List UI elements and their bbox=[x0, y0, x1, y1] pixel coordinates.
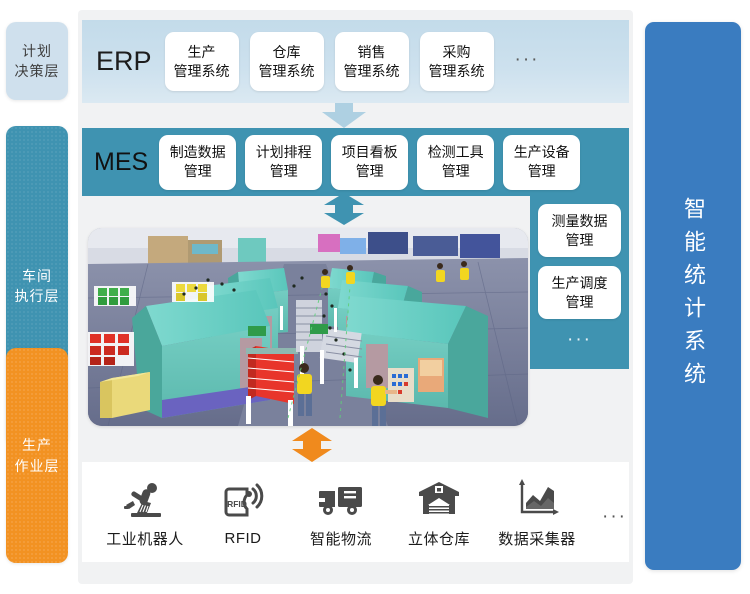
layer-shop-line1: 车间 bbox=[22, 267, 52, 284]
erp-chip-warehouse[interactable]: 仓库 管理系统 bbox=[249, 32, 324, 91]
mes-side-column: 测量数据 管理 生产调度 管理 ··· bbox=[530, 196, 629, 369]
device-industrial-robot-label: 工业机器人 bbox=[106, 531, 184, 548]
erp-chip-production-line2: 管理系统 bbox=[173, 62, 230, 79]
mes-chip-planning-scheduling-line2: 管理 bbox=[269, 163, 298, 179]
diagram-root: 计划 决策层 车间 执行层 生产 作业层 ERP 生产 管理系统 仓库 管理系统… bbox=[0, 0, 750, 594]
mes-chip-manufacturing-data[interactable]: 制造数据 管理 bbox=[159, 134, 237, 190]
layer-prod-line1: 生产 bbox=[22, 437, 52, 454]
erp-chip-sales-line1: 销售 bbox=[357, 43, 386, 60]
erp-title: ERP bbox=[96, 46, 152, 76]
arrow-erp-to-mes bbox=[322, 103, 366, 128]
device-industrial-robot[interactable]: 工业机器人 bbox=[100, 475, 190, 549]
mes-chip-project-board-line2: 管理 bbox=[355, 163, 384, 179]
mes-chip-inspection-tools-line2: 管理 bbox=[441, 163, 470, 179]
mes-chip-inspection-tools-line1: 检测工具 bbox=[427, 144, 484, 161]
mes-more-ellipsis[interactable]: ··· bbox=[567, 330, 592, 349]
layer-plan-line1: 计划 bbox=[22, 42, 52, 59]
mes-chip-planning-scheduling[interactable]: 计划排程 管理 bbox=[245, 134, 323, 190]
mes-title: MES bbox=[94, 147, 149, 176]
mes-chip-production-dispatch-line2: 管理 bbox=[565, 293, 594, 310]
erp-chip-production-line1: 生产 bbox=[187, 43, 216, 60]
erp-chip-production[interactable]: 生产 管理系统 bbox=[164, 32, 239, 91]
arrow-scene-to-devices bbox=[288, 428, 336, 462]
device-rfid[interactable]: RFID RFID bbox=[198, 477, 288, 547]
mes-chip-production-equipment[interactable]: 生产设备 管理 bbox=[503, 134, 581, 190]
mes-band: MES 制造数据 管理 计划排程 管理 项目看板 管理 检测工具 管理 生产设备… bbox=[82, 128, 629, 196]
mes-chip-production-equipment-line2: 管理 bbox=[527, 163, 556, 179]
device-bar: 工业机器人 RFID RFID 智能物流 立体仓库 数据采集器 ··· bbox=[82, 462, 629, 562]
layer-tab-production[interactable]: 生产 作业层 bbox=[6, 348, 68, 563]
devices-more-ellipsis[interactable]: ··· bbox=[590, 507, 627, 526]
erp-chip-warehouse-line2: 管理系统 bbox=[258, 62, 315, 79]
right-panel-title: 智能统计系统 bbox=[681, 197, 707, 395]
erp-chip-purchasing-line2: 管理系统 bbox=[428, 62, 485, 79]
mes-chip-planning-scheduling-line1: 计划排程 bbox=[255, 144, 312, 161]
mes-chip-project-board[interactable]: 项目看板 管理 bbox=[331, 134, 409, 190]
device-stereoscopic-warehouse-label: 立体仓库 bbox=[407, 531, 470, 548]
device-smart-logistics[interactable]: 智能物流 bbox=[296, 475, 386, 549]
truck-icon bbox=[318, 475, 364, 521]
layer-shop-line2: 执行层 bbox=[14, 288, 60, 304]
erp-chip-purchasing[interactable]: 采购 管理系统 bbox=[419, 32, 494, 91]
erp-chip-purchasing-line1: 采购 bbox=[442, 43, 471, 60]
erp-chip-warehouse-line1: 仓库 bbox=[272, 43, 301, 60]
erp-band: ERP 生产 管理系统 仓库 管理系统 销售 管理系统 采购 管理系统 ··· bbox=[82, 20, 629, 103]
device-smart-logistics-label: 智能物流 bbox=[309, 531, 372, 548]
mes-chip-production-dispatch-line1: 生产调度 bbox=[551, 274, 608, 291]
warehouse-icon bbox=[417, 475, 461, 521]
mes-chip-project-board-line1: 项目看板 bbox=[341, 144, 398, 161]
right-panel-smart-statistics[interactable]: 智能统计系统 bbox=[645, 22, 741, 570]
factory-3d-scene bbox=[88, 228, 528, 426]
mes-chip-manufacturing-data-line1: 制造数据 bbox=[169, 144, 226, 161]
layer-tab-plan[interactable]: 计划 决策层 bbox=[6, 22, 68, 100]
mes-chip-production-dispatch[interactable]: 生产调度 管理 bbox=[538, 266, 621, 319]
mes-chip-measurement-data-line2: 管理 bbox=[565, 231, 594, 248]
mes-chip-measurement-data[interactable]: 测量数据 管理 bbox=[538, 204, 621, 257]
rfid-icon: RFID bbox=[221, 477, 265, 523]
device-data-collector-label: 数据采集器 bbox=[498, 531, 576, 548]
device-data-collector[interactable]: 数据采集器 bbox=[492, 475, 582, 549]
device-stereoscopic-warehouse[interactable]: 立体仓库 bbox=[394, 475, 484, 549]
erp-chip-sales-line2: 管理系统 bbox=[343, 62, 400, 79]
erp-chip-sales[interactable]: 销售 管理系统 bbox=[334, 32, 409, 91]
mes-chip-measurement-data-line1: 测量数据 bbox=[551, 212, 608, 229]
arrow-mes-to-scene bbox=[320, 193, 368, 225]
erp-more-ellipsis[interactable]: ··· bbox=[505, 50, 540, 69]
data-chart-icon bbox=[514, 475, 560, 521]
mes-chip-inspection-tools[interactable]: 检测工具 管理 bbox=[417, 134, 495, 190]
mes-chip-manufacturing-data-line2: 管理 bbox=[183, 163, 212, 179]
layer-plan-line2: 决策层 bbox=[14, 63, 60, 79]
device-rfid-label: RFID bbox=[224, 530, 262, 547]
layer-prod-line2: 作业层 bbox=[14, 457, 60, 474]
svg-text:RFID: RFID bbox=[227, 499, 247, 509]
mes-chip-production-equipment-line1: 生产设备 bbox=[513, 144, 570, 161]
robot-arm-icon bbox=[123, 475, 167, 521]
